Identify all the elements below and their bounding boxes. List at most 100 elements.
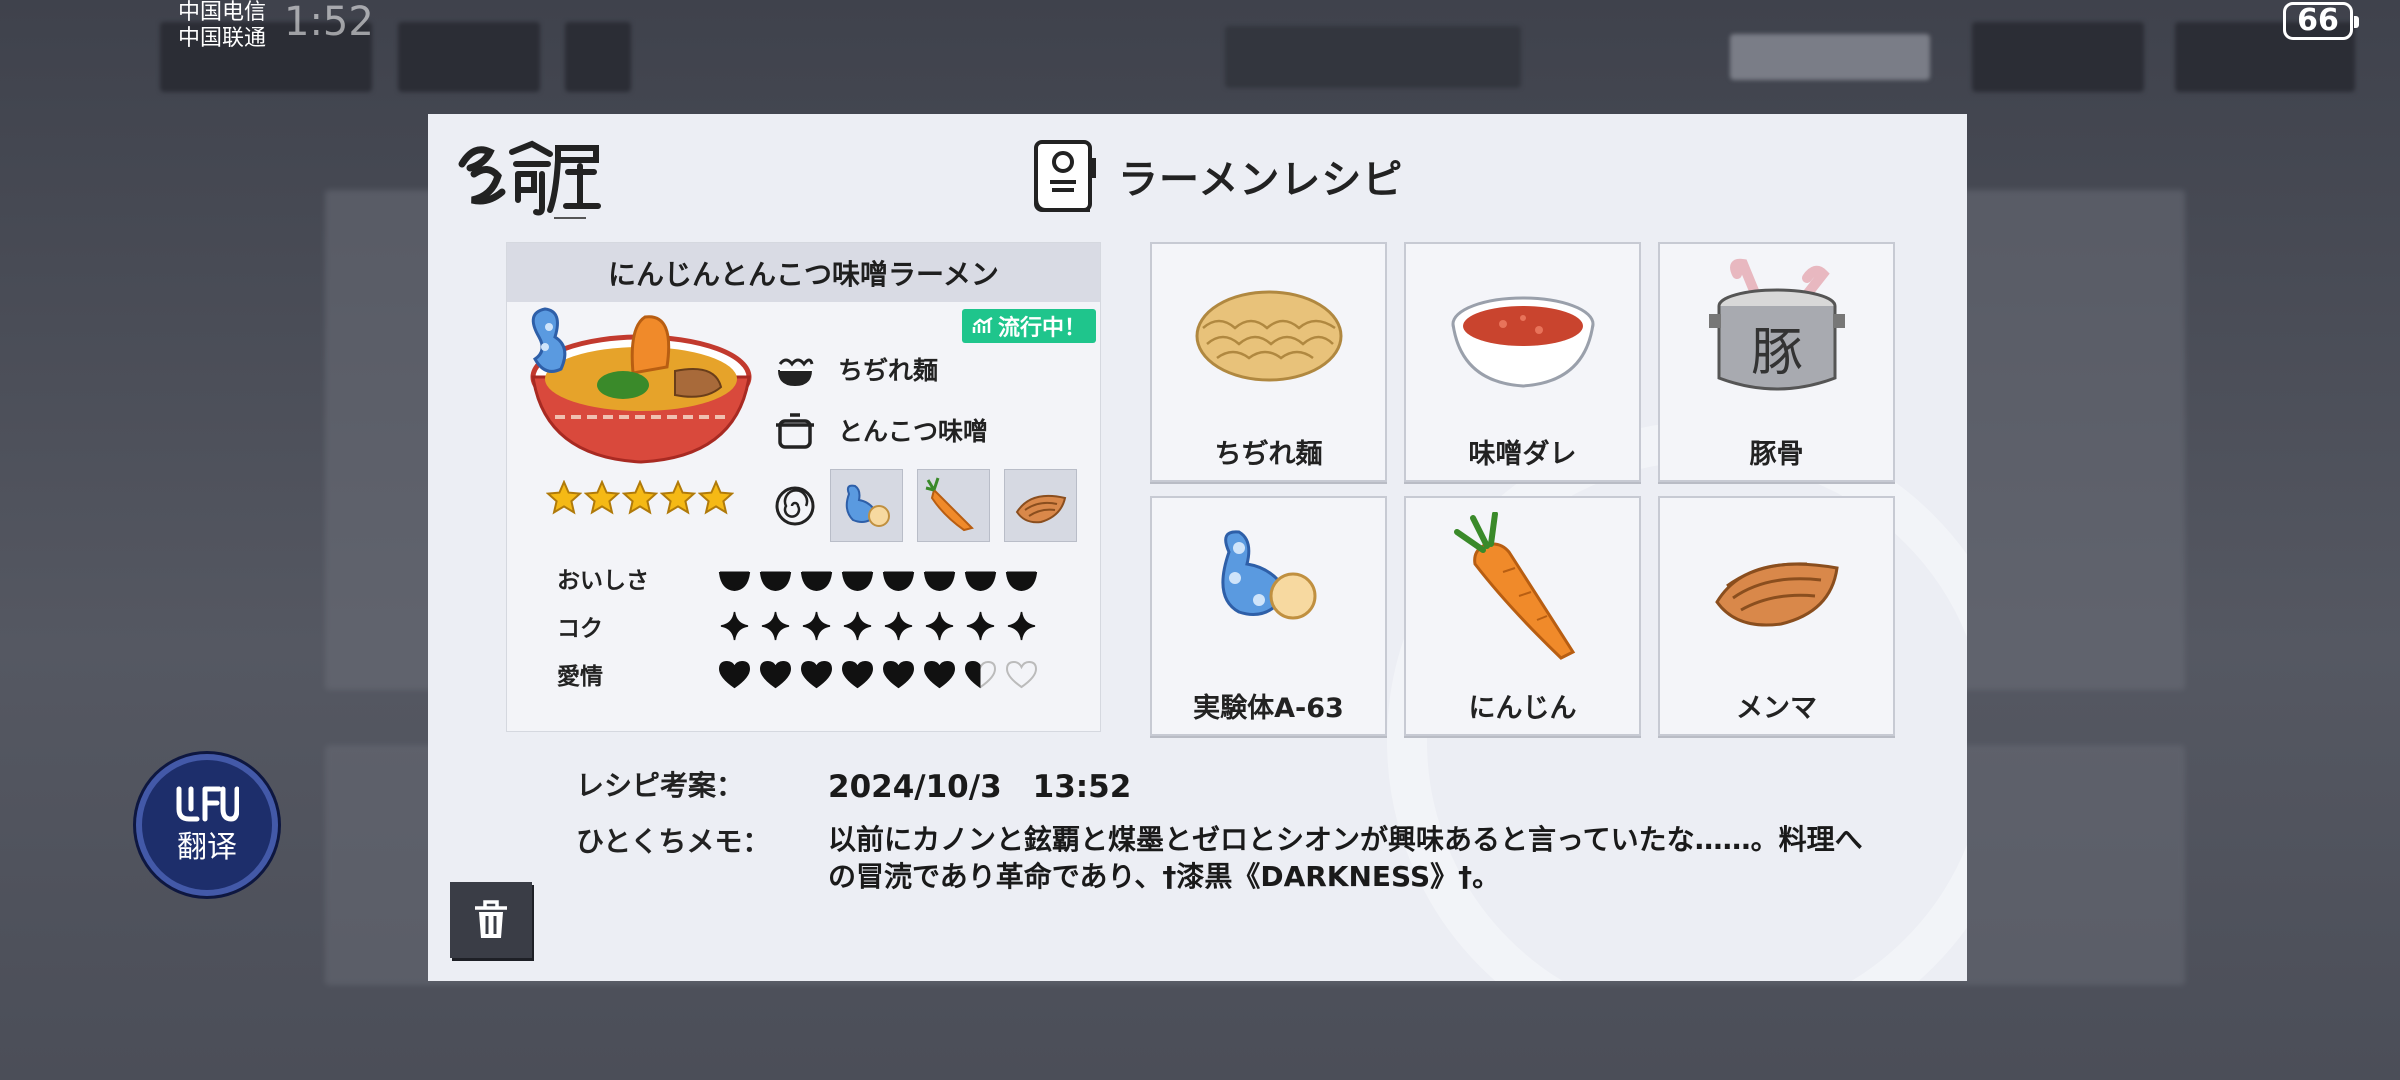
heart-icon [759, 660, 792, 689]
trash-icon [475, 900, 507, 938]
recipe-modal: ラーメンレシピ にんじんとんこつ味噌ラーメン 流行中！ ちぢれ麺 とんこつ味噌 … [428, 114, 1967, 981]
status-bar: 中国电信 中国联通 [178, 0, 266, 52]
modal-title: ラーメンレシピ [1118, 157, 1404, 203]
sparkle-icon [802, 611, 831, 641]
star-icon [584, 480, 620, 515]
memo-text: 以前にカノンと鉉覇と煤墨とゼロとシオンが興味あると言っていたな……。料理への冒涜… [828, 823, 1863, 893]
modal-header: ラーメンレシピ [1030, 136, 1403, 216]
stat-label: コク [557, 616, 603, 642]
bowl-icon [923, 571, 956, 592]
naruto-topping-icon [775, 486, 815, 525]
carrot-icon [925, 477, 974, 531]
heart-icon [718, 660, 751, 689]
trending-chart-icon [972, 317, 993, 333]
ingredient-cell-menma[interactable]: メンマ [1658, 496, 1895, 736]
ingredient-cell-pork-bone[interactable]: 豚 豚骨 [1658, 242, 1895, 482]
stat-label: おいしさ [557, 568, 649, 594]
created-label: レシピ考案： [576, 769, 745, 802]
ingredient-label: 味噌ダレ [1468, 439, 1577, 470]
bowl-icon [841, 571, 874, 592]
sparkle-icon [843, 611, 872, 641]
sparkle-icon [925, 611, 954, 641]
star-rating [546, 480, 734, 516]
heart-icon [923, 660, 956, 689]
ingredient-cell-specimen[interactable]: 実験体A-63 [1150, 496, 1387, 736]
created-value: 2024/10/3 13:52 [828, 769, 1132, 805]
wasabi-creature-icon [845, 484, 890, 527]
noodle-label: ちぢれ麺 [838, 356, 939, 385]
topping-slot-3[interactable] [1004, 469, 1077, 542]
heart-icon [1005, 660, 1038, 689]
topping-slot-1[interactable] [830, 469, 903, 542]
carrier-1: 中国电信 [178, 0, 267, 25]
pot-glyph: 豚 [1750, 323, 1802, 383]
memo-label: ひとくちメモ： [576, 825, 771, 858]
sparkle-icon [761, 611, 790, 641]
ingredient-label: 豚骨 [1749, 439, 1804, 470]
trend-badge: 流行中！ [962, 309, 1097, 343]
bowl-icon [759, 571, 792, 592]
sparkle-icon [884, 611, 913, 641]
translate-float-button[interactable]: 翻译 [136, 754, 278, 896]
ingredient-label: 実験体A-63 [1193, 693, 1344, 724]
bg-settings-button [565, 22, 631, 92]
ramen-bowl-icon [530, 307, 752, 464]
recipe-book-icon [1034, 140, 1096, 212]
soup-label: とんこつ味噌 [838, 417, 989, 446]
star-icon [698, 480, 734, 515]
richness-icons [717, 611, 1039, 641]
star-icon [660, 480, 696, 515]
bowl-icon [718, 571, 751, 592]
recipe-card: にんじんとんこつ味噌ラーメン 流行中！ ちぢれ麺 とんこつ味噌 おいしさ コク … [506, 242, 1101, 732]
menma-icon [1714, 562, 1839, 627]
pork-bone-pot-icon: 豚 [1708, 258, 1845, 391]
carrier-2: 中国联通 [178, 26, 267, 51]
soup-row: とんこつ味噌 [772, 407, 988, 453]
ingredient-cell-carrot[interactable]: にんじん [1404, 496, 1641, 736]
ingredient-label: にんじん [1468, 693, 1577, 724]
delete-button[interactable] [450, 882, 532, 958]
ingredient-label: メンマ [1736, 693, 1817, 724]
bg-edit-button [1972, 22, 2144, 92]
heart-icon [882, 660, 915, 689]
bowl-icon [1005, 571, 1038, 592]
topping-slot-2[interactable] [917, 469, 990, 542]
noodle-bowl-icon [778, 358, 814, 386]
bg-search-bar [1225, 26, 1521, 88]
brand-logo-icon [458, 140, 601, 219]
noodles-icon [1195, 290, 1342, 382]
wasabi-creature-icon [1221, 530, 1316, 620]
stat-row-taste: おいしさ [557, 558, 1039, 598]
noodle-row: ちぢれ麺 [772, 346, 938, 392]
stat-row-love: 愛情 [557, 654, 1039, 694]
heart-icon [964, 660, 997, 689]
carrot-icon [1453, 512, 1575, 660]
star-icon [622, 480, 658, 515]
bowl-icon [882, 571, 915, 592]
bg-tab [1730, 34, 1930, 80]
taste-icons [717, 563, 1039, 593]
bowl-icon [964, 571, 997, 592]
ingredient-cell-noodles[interactable]: ちぢれ麺 [1150, 242, 1387, 482]
translate-logo-icon [175, 785, 240, 830]
translate-label: 翻译 [177, 829, 237, 865]
trend-badge-label: 流行中！ [998, 316, 1087, 341]
heart-icon [800, 660, 833, 689]
recipe-name: にんじんとんこつ味噌ラーメン [507, 243, 1100, 302]
stat-label: 愛情 [557, 664, 603, 690]
ingredient-grid: ちぢれ麺 味噌ダレ 豚 豚骨 実験体A-63 にんじん メンマ [1150, 242, 1895, 737]
bowl-icon [800, 571, 833, 592]
sparkle-icon [720, 611, 749, 641]
toppings-row [772, 469, 1091, 542]
heart-icon [841, 660, 874, 689]
star-icon [546, 480, 582, 515]
battery-indicator: 66 [2283, 2, 2359, 40]
clock: 1:52 [284, 0, 374, 45]
bg-grid-button [398, 22, 540, 92]
sparkle-icon [966, 611, 995, 641]
miso-sauce-icon [1451, 296, 1594, 388]
stat-row-richness: コク [557, 606, 1039, 646]
ingredient-cell-miso[interactable]: 味噌ダレ [1404, 242, 1641, 482]
sparkle-icon [1007, 611, 1036, 641]
menma-icon [1015, 494, 1066, 523]
